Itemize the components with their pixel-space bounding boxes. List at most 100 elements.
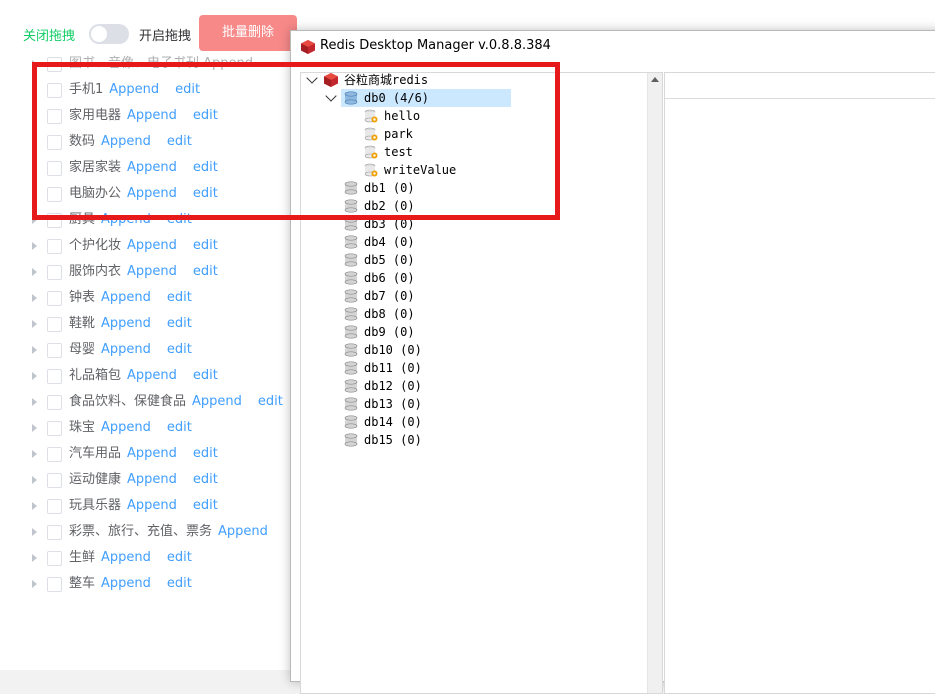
edit-link[interactable]: edit	[193, 368, 218, 383]
tree-node-content: 食品饮料、保健食品 Append edit	[69, 389, 283, 415]
edit-link[interactable]: edit	[193, 238, 218, 253]
tree-node-label: 母婴	[69, 342, 96, 357]
tree-row[interactable]: 珠宝 Append edit	[0, 415, 300, 441]
append-link[interactable]: Append	[127, 498, 177, 513]
window-title: Redis Desktop Manager v.0.8.8.384	[320, 38, 551, 53]
close-drag-label: 关闭拖拽	[23, 29, 76, 44]
database-icon	[343, 432, 359, 448]
edit-link[interactable]: edit	[258, 394, 283, 409]
edit-link[interactable]: edit	[167, 576, 192, 591]
edit-link[interactable]: edit	[193, 498, 218, 513]
append-link[interactable]: Append	[101, 342, 151, 357]
append-link[interactable]: Append	[218, 524, 268, 539]
row-checkbox[interactable]	[47, 473, 62, 488]
db-node-label: db9 (0)	[364, 325, 415, 339]
database-icon	[343, 234, 359, 250]
detail-content	[665, 98, 935, 693]
append-link[interactable]: Append	[127, 368, 177, 383]
database-icon	[343, 324, 359, 340]
append-link[interactable]: Append	[101, 290, 151, 305]
expand-arrow-icon[interactable]	[32, 528, 37, 536]
database-icon	[343, 414, 359, 430]
red-highlight-box	[32, 62, 560, 220]
db-node-label: db12 (0)	[364, 379, 422, 393]
vertical-scrollbar[interactable]	[647, 73, 662, 693]
expand-arrow-icon[interactable]	[32, 268, 37, 276]
tree-row[interactable]: 个护化妆 Append edit	[0, 233, 300, 259]
append-link[interactable]: Append	[127, 446, 177, 461]
window-titlebar[interactable]: Redis Desktop Manager v.0.8.8.384	[291, 31, 935, 62]
edit-link[interactable]: edit	[167, 550, 192, 565]
tree-row[interactable]: 整车 Append edit	[0, 571, 300, 597]
tree-row[interactable]: 运动健康 Append edit	[0, 467, 300, 493]
tree-row[interactable]: 钟表 Append edit	[0, 285, 300, 311]
row-checkbox[interactable]	[47, 577, 62, 592]
tree-node-content: 母婴 Append edit	[69, 337, 192, 363]
row-checkbox[interactable]	[47, 265, 62, 280]
database-icon	[343, 252, 359, 268]
expand-arrow-icon[interactable]	[32, 450, 37, 458]
append-link[interactable]: Append	[127, 472, 177, 487]
expand-arrow-icon[interactable]	[32, 346, 37, 354]
detail-pane	[664, 72, 935, 694]
expand-arrow-icon[interactable]	[32, 476, 37, 484]
append-link[interactable]: Append	[127, 238, 177, 253]
expand-arrow-icon[interactable]	[32, 502, 37, 510]
tree-row[interactable]: 鞋靴 Append edit	[0, 311, 300, 337]
tree-row[interactable]: 生鲜 Append edit	[0, 545, 300, 571]
expand-arrow-icon[interactable]	[32, 320, 37, 328]
append-link[interactable]: Append	[101, 420, 151, 435]
batch-delete-button[interactable]: 批量删除	[199, 15, 297, 51]
tree-node-label: 钟表	[69, 290, 96, 305]
expand-arrow-icon[interactable]	[32, 424, 37, 432]
row-checkbox[interactable]	[47, 395, 62, 410]
tree-row[interactable]: 汽车用品 Append edit	[0, 441, 300, 467]
expand-arrow-icon[interactable]	[32, 372, 37, 380]
append-link[interactable]: Append	[101, 316, 151, 331]
tree-row[interactable]: 彩票、旅行、充值、票务 Append	[0, 519, 300, 545]
expand-arrow-icon[interactable]	[32, 580, 37, 588]
row-checkbox[interactable]	[47, 525, 62, 540]
edit-link[interactable]: edit	[193, 264, 218, 279]
db-node-label: db14 (0)	[364, 415, 422, 429]
database-icon	[343, 288, 359, 304]
expand-arrow-icon[interactable]	[32, 554, 37, 562]
tree-row[interactable]: 食品饮料、保健食品 Append edit	[0, 389, 300, 415]
expand-arrow-icon[interactable]	[32, 294, 37, 302]
edit-link[interactable]: edit	[167, 316, 192, 331]
tree-node-content: 汽车用品 Append edit	[69, 441, 218, 467]
append-link[interactable]: Append	[101, 550, 151, 565]
scroll-up-icon[interactable]	[651, 77, 659, 82]
row-checkbox[interactable]	[47, 317, 62, 332]
db-node-label: db7 (0)	[364, 289, 415, 303]
row-checkbox[interactable]	[47, 369, 62, 384]
database-icon	[343, 342, 359, 358]
tree-node-content: 钟表 Append edit	[69, 285, 192, 311]
row-checkbox[interactable]	[47, 551, 62, 566]
expand-arrow-icon[interactable]	[32, 242, 37, 250]
tree-row[interactable]: 礼品箱包 Append edit	[0, 363, 300, 389]
tree-node-label: 珠宝	[69, 420, 96, 435]
append-link[interactable]: Append	[192, 394, 242, 409]
drag-toggle-switch[interactable]	[89, 24, 129, 44]
tree-row[interactable]: 服饰内衣 Append edit	[0, 259, 300, 285]
row-checkbox[interactable]	[47, 343, 62, 358]
edit-link[interactable]: edit	[167, 290, 192, 305]
edit-link[interactable]: edit	[167, 420, 192, 435]
expand-arrow-icon[interactable]	[32, 398, 37, 406]
append-link[interactable]: Append	[101, 576, 151, 591]
redis-logo-icon	[301, 40, 315, 54]
tree-node-label: 服饰内衣	[69, 264, 122, 279]
row-checkbox[interactable]	[47, 499, 62, 514]
edit-link[interactable]: edit	[193, 446, 218, 461]
row-checkbox[interactable]	[47, 291, 62, 306]
edit-link[interactable]: edit	[167, 342, 192, 357]
tree-row[interactable]: 母婴 Append edit	[0, 337, 300, 363]
tree-node-content: 服饰内衣 Append edit	[69, 259, 218, 285]
row-checkbox[interactable]	[47, 421, 62, 436]
edit-link[interactable]: edit	[193, 472, 218, 487]
row-checkbox[interactable]	[47, 447, 62, 462]
row-checkbox[interactable]	[47, 239, 62, 254]
append-link[interactable]: Append	[127, 264, 177, 279]
tree-row[interactable]: 玩具乐器 Append edit	[0, 493, 300, 519]
